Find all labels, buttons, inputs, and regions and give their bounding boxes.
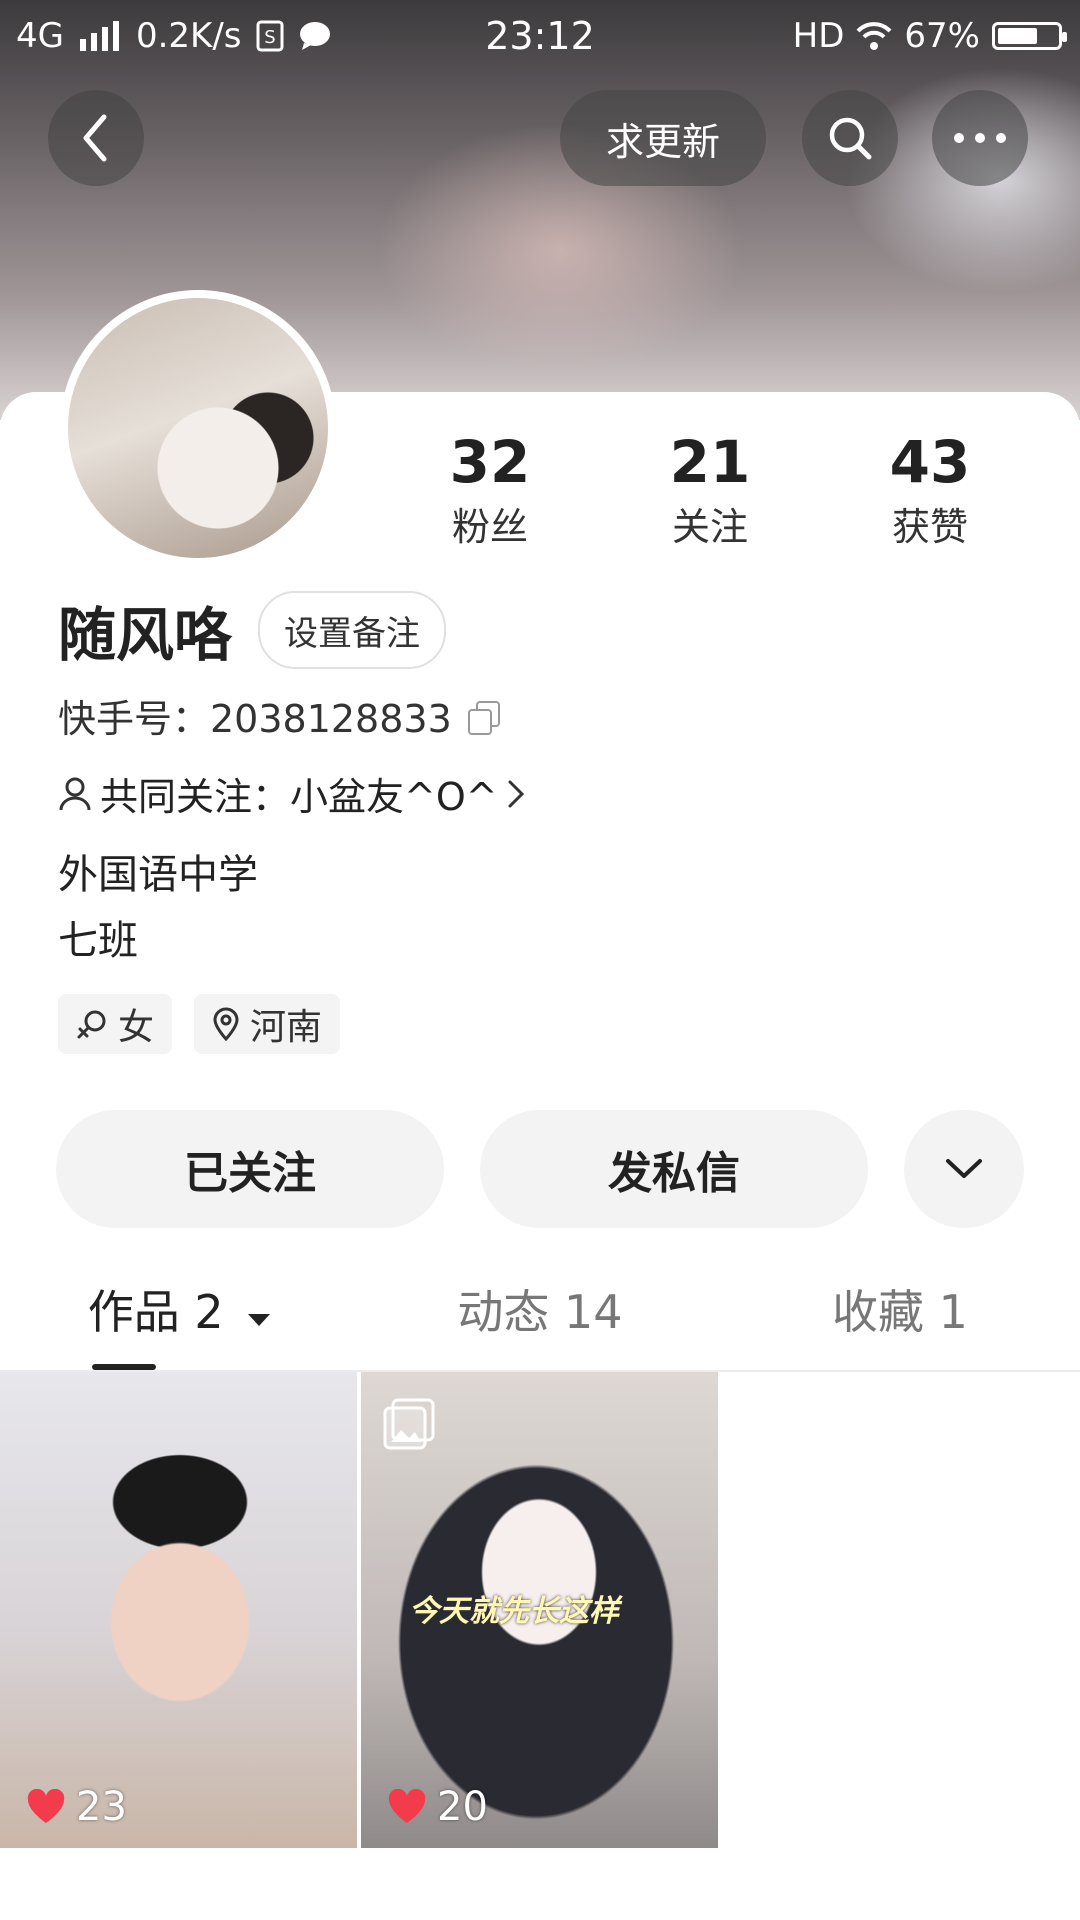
avatar[interactable]	[60, 290, 336, 566]
mutual-follow-text: 共同关注：小盆友^O^	[100, 775, 498, 819]
like-count-value: 20	[437, 1784, 488, 1830]
heart-icon	[388, 1789, 426, 1823]
status-right: HD 67%	[792, 16, 1067, 56]
like-count: 20	[387, 1784, 488, 1830]
work-thumbnail[interactable]: 今天就先长这样 20	[361, 1372, 718, 1848]
thumbnail-caption: 今天就先长这样	[409, 1594, 619, 1629]
tab-moments[interactable]: 动态 14	[360, 1276, 720, 1372]
gallery-icon	[383, 1398, 435, 1450]
battery-percent: 67%	[904, 16, 980, 56]
work-thumbnail[interactable]: 23	[0, 1372, 357, 1848]
following-button[interactable]: 已关注	[56, 1110, 444, 1228]
search-icon	[829, 117, 872, 160]
request-update-button[interactable]: 求更新	[560, 90, 766, 186]
hd-label: HD	[792, 16, 845, 56]
back-icon	[83, 114, 107, 162]
location-icon	[213, 1007, 239, 1041]
battery-icon	[992, 22, 1067, 50]
user-id: 快手号：2038128833	[58, 697, 452, 741]
stat-label: 粉丝	[451, 505, 528, 549]
set-remark-button[interactable]: 设置备注	[258, 591, 447, 669]
more-icon	[954, 133, 1006, 143]
user-id-row: 快手号：2038128833	[58, 688, 500, 743]
profile-actions: 已关注 发私信	[56, 1110, 1024, 1228]
stat-followers[interactable]: 32 粉丝	[380, 430, 600, 551]
location-tag: 河南	[194, 994, 341, 1054]
more-button[interactable]	[932, 90, 1028, 186]
expand-button[interactable]	[904, 1110, 1024, 1228]
stat-following[interactable]: 21 关注	[600, 430, 820, 551]
profile-tags: 女 河南	[58, 994, 341, 1054]
female-icon	[77, 1010, 106, 1039]
chevron-down-icon	[946, 1159, 982, 1178]
gender-tag: 女	[58, 994, 173, 1054]
person-icon	[59, 777, 91, 810]
copy-icon[interactable]	[467, 700, 500, 735]
stat-value: 32	[449, 428, 531, 496]
stat-likes[interactable]: 43 获赞	[820, 430, 1040, 551]
tab-label: 作品 2	[87, 1285, 224, 1339]
stat-value: 21	[669, 428, 751, 496]
bio: 外国语中学 七班	[58, 842, 258, 974]
name-row: 随风咯 设置备注	[58, 588, 447, 672]
caret-down-icon	[248, 1314, 271, 1326]
status-bar: 4G 0.2K/s S 23:12 HD 67%	[0, 0, 1080, 76]
wifi-icon	[856, 22, 892, 50]
heart-icon	[27, 1789, 65, 1823]
chevron-right-icon	[508, 780, 524, 807]
mutual-follow-row[interactable]: 共同关注：小盆友^O^	[58, 766, 526, 821]
bio-line: 七班	[58, 918, 138, 964]
stat-label: 关注	[671, 505, 748, 549]
works-grid: 23 今天就先长这样 20	[0, 1372, 718, 1848]
content-tabs: 作品 2 动态 14 收藏 1	[0, 1276, 1080, 1372]
back-button[interactable]	[48, 90, 144, 186]
like-count: 23	[26, 1784, 127, 1830]
location-label: 河南	[250, 1007, 323, 1048]
tab-works[interactable]: 作品 2	[0, 1276, 360, 1372]
search-button[interactable]	[802, 90, 898, 186]
gender-label: 女	[118, 1007, 155, 1048]
user-name: 随风咯	[58, 601, 233, 669]
like-count-value: 23	[76, 1784, 127, 1830]
battery-level	[998, 28, 1037, 44]
send-message-button[interactable]: 发私信	[480, 1110, 868, 1228]
stat-label: 获赞	[891, 505, 968, 549]
bio-line: 外国语中学	[58, 852, 258, 898]
tab-favorites[interactable]: 收藏 1	[720, 1276, 1080, 1372]
profile-stats: 32 粉丝 21 关注 43 获赞	[380, 430, 1040, 551]
stat-value: 43	[889, 428, 971, 496]
